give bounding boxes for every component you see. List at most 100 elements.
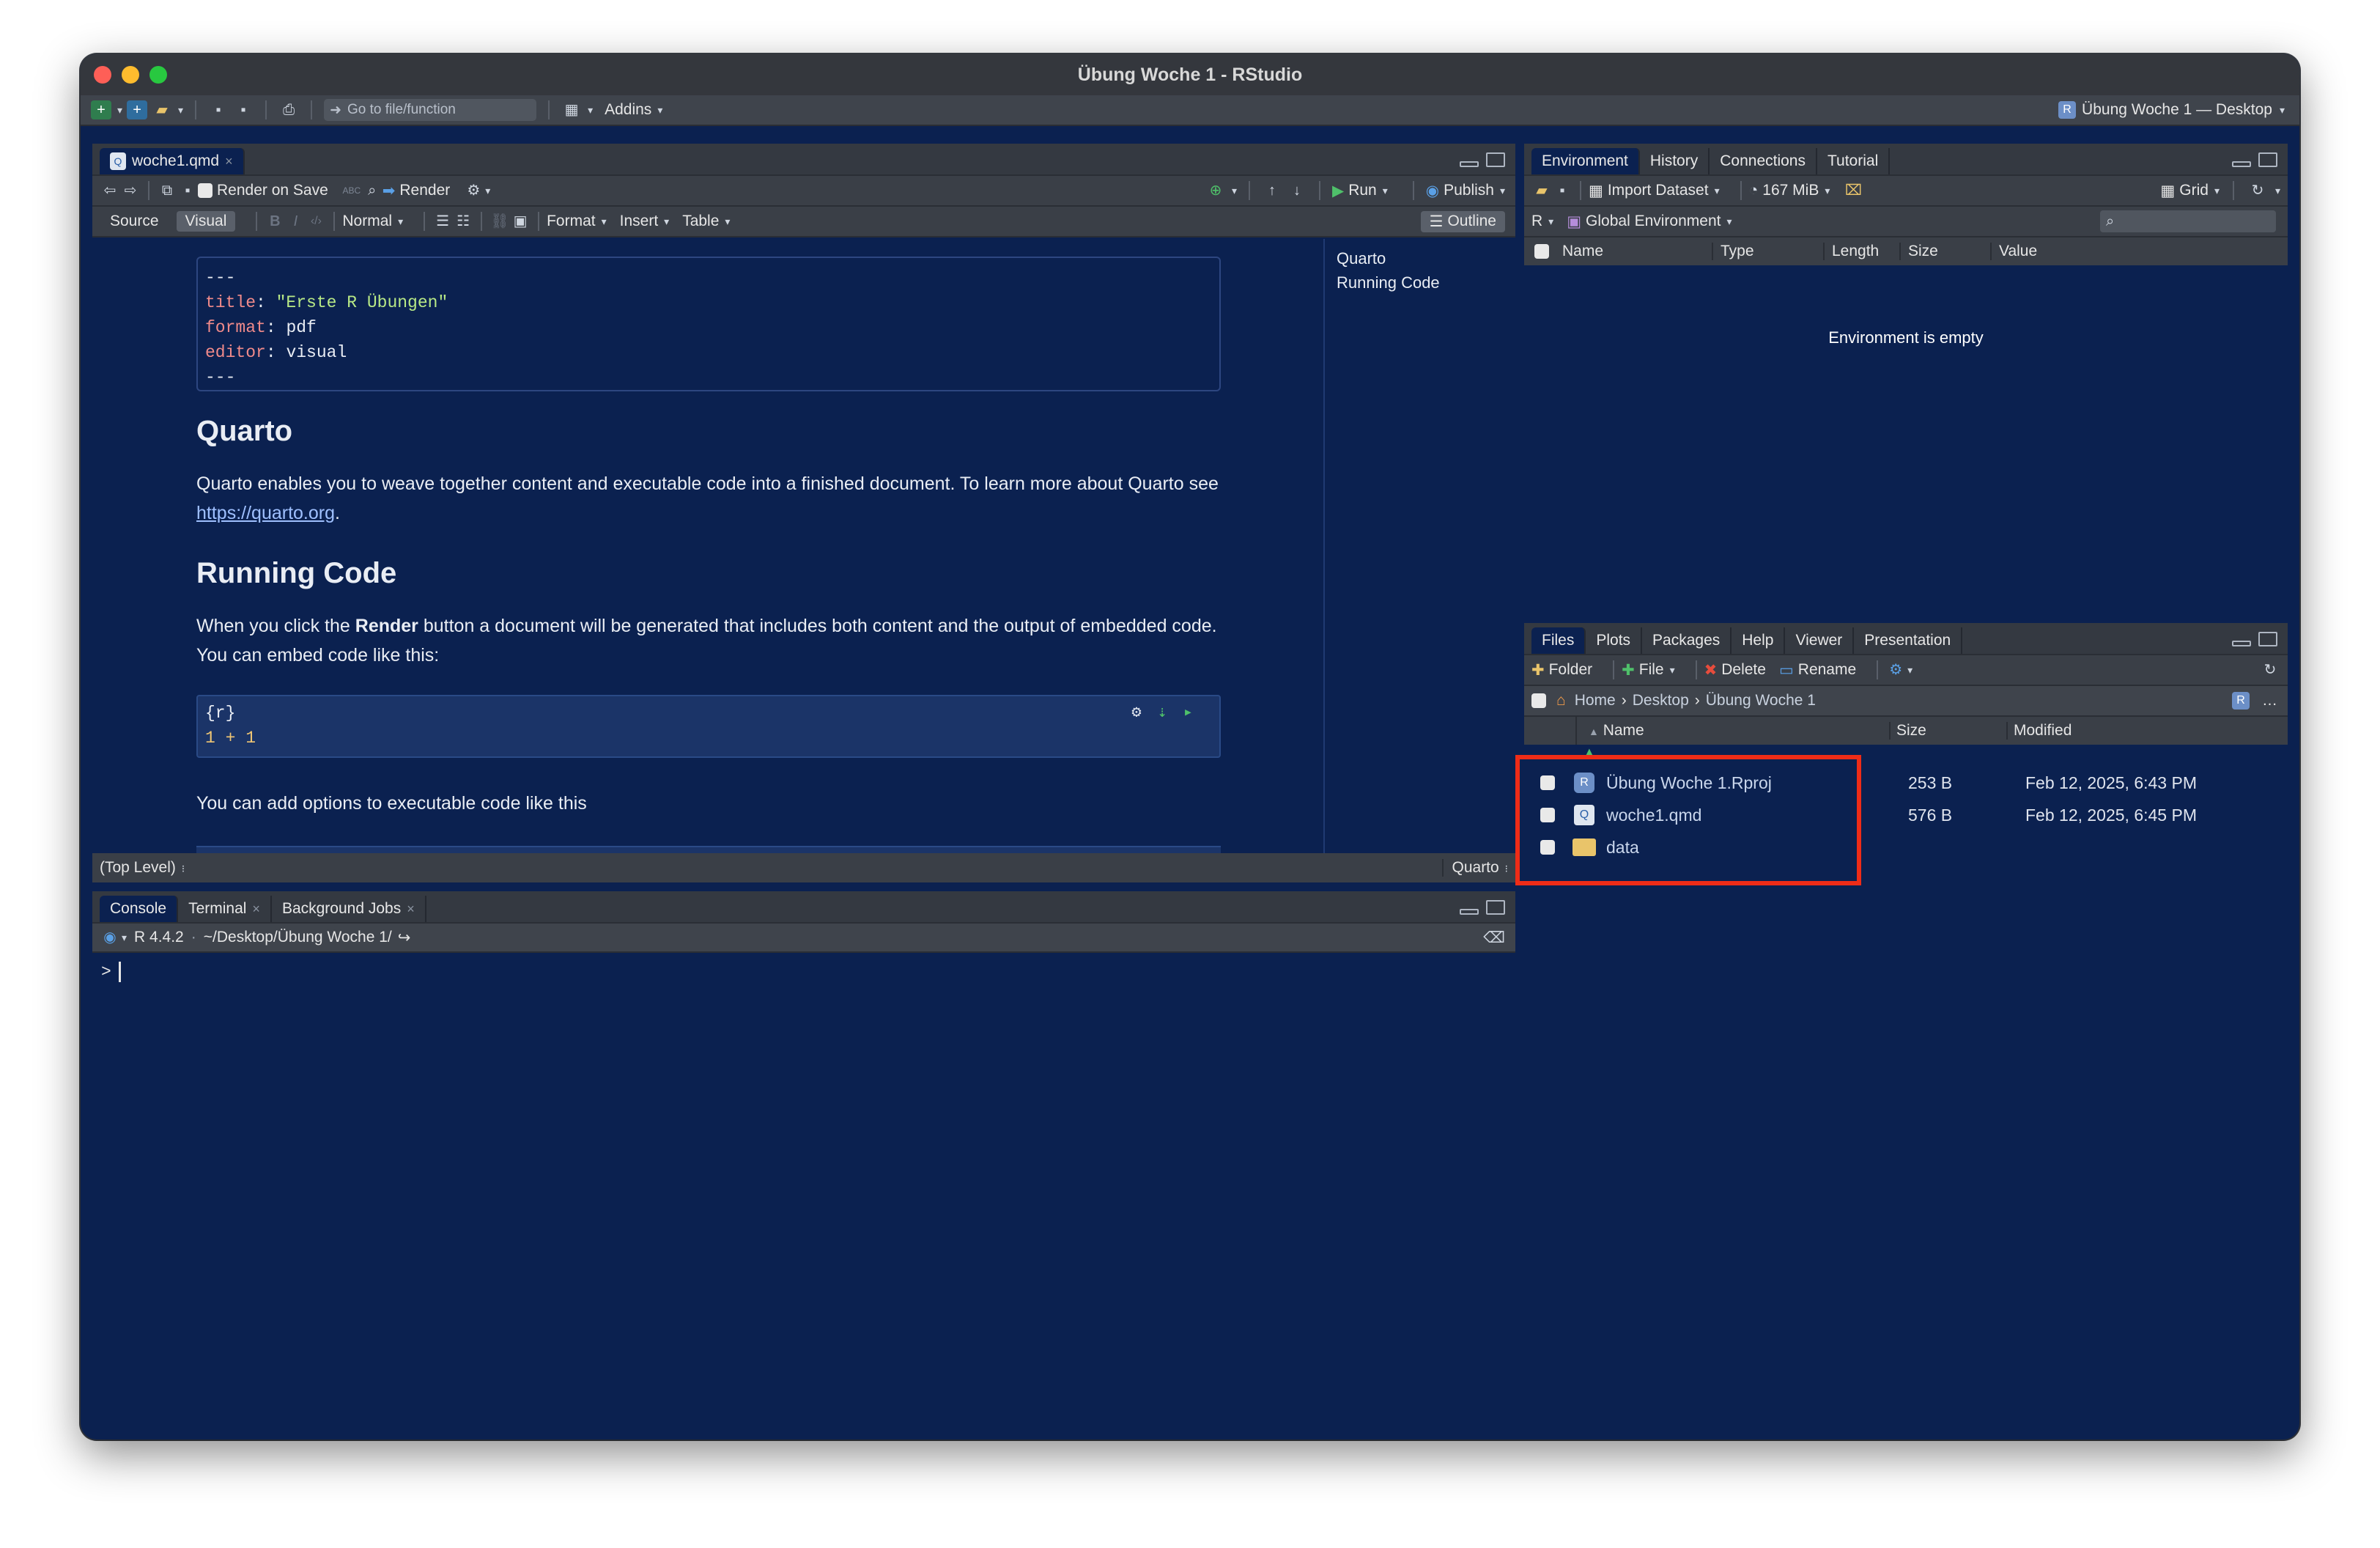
- minimize-pane-button[interactable]: [2232, 641, 2251, 646]
- save-icon[interactable]: ▪: [208, 100, 229, 119]
- col-type[interactable]: Type: [1713, 243, 1825, 260]
- tab-files[interactable]: Files: [1531, 627, 1586, 654]
- close-window-button[interactable]: [94, 66, 111, 84]
- maximize-pane-button[interactable]: [1486, 152, 1505, 167]
- load-workspace-icon[interactable]: ▰: [1531, 181, 1552, 200]
- spellcheck-icon[interactable]: ABC: [341, 181, 362, 200]
- code-chunk[interactable]: {r} 1 + 1 ⚙ ⇣ ▸: [196, 695, 1221, 758]
- addins-menu[interactable]: Addins ▾: [605, 101, 662, 119]
- breadcrumb-desktop[interactable]: Desktop: [1633, 692, 1689, 710]
- close-icon[interactable]: ×: [252, 902, 260, 917]
- scope-selector[interactable]: (Top Level) ⁝: [100, 859, 185, 877]
- minimize-pane-button[interactable]: [2232, 161, 2251, 167]
- refresh-icon[interactable]: ↻: [2260, 660, 2280, 679]
- col-name[interactable]: ▲ Name: [1577, 722, 1891, 740]
- arrow-up-icon[interactable]: ↑: [1262, 181, 1282, 200]
- import-dataset-button[interactable]: ▦ Import Dataset ▾: [1589, 182, 1720, 200]
- zoom-window-button[interactable]: [149, 66, 167, 84]
- col-size[interactable]: Size: [1901, 243, 1992, 260]
- outline-item-running-code[interactable]: Running Code: [1337, 270, 1504, 295]
- memory-usage-button[interactable]: ◔ 167 MiB ▾: [1749, 182, 1830, 199]
- col-name[interactable]: Name: [1562, 243, 1713, 260]
- tab-help[interactable]: Help: [1732, 627, 1786, 654]
- clear-console-icon[interactable]: ⌫: [1483, 929, 1505, 947]
- format-menu[interactable]: Format ▾: [547, 213, 607, 230]
- tab-background-jobs[interactable]: Background Jobs ×: [272, 896, 426, 922]
- link-icon[interactable]: ⛓: [489, 212, 510, 231]
- environment-search-input[interactable]: ⌕: [2100, 210, 2276, 232]
- select-all-checkbox[interactable]: [1531, 693, 1546, 708]
- tab-history[interactable]: History: [1640, 148, 1710, 174]
- gear-icon[interactable]: ⚙: [463, 181, 484, 200]
- goto-file-input[interactable]: ➜ Go to file/function: [324, 99, 537, 121]
- col-modified[interactable]: Modified: [2008, 722, 2072, 740]
- chevron-down-icon[interactable]: ▾: [178, 104, 183, 117]
- breadcrumb-home[interactable]: Home: [1575, 692, 1616, 710]
- italic-icon[interactable]: I: [285, 212, 306, 231]
- open-file-icon[interactable]: ▰: [152, 100, 172, 119]
- numbered-list-icon[interactable]: ☷: [453, 212, 473, 231]
- new-folder-button[interactable]: ✚ Folder: [1531, 661, 1592, 679]
- render-on-save-checkbox[interactable]: Render on Save: [198, 182, 328, 199]
- code-icon[interactable]: ‹/›: [306, 212, 326, 231]
- console-output[interactable]: >: [101, 962, 121, 982]
- code-chunk-partial[interactable]: [196, 846, 1221, 853]
- breadcrumb-current-folder[interactable]: Übung Woche 1: [1706, 692, 1816, 710]
- table-menu[interactable]: Table ▾: [682, 213, 730, 230]
- bold-icon[interactable]: B: [265, 212, 285, 231]
- environment-scope-select[interactable]: ▣ Global Environment ▾: [1567, 213, 1732, 231]
- arrow-down-icon[interactable]: ↓: [1287, 181, 1307, 200]
- tab-plots[interactable]: Plots: [1586, 627, 1643, 654]
- back-arrow-icon[interactable]: ⇦: [100, 181, 120, 200]
- print-icon[interactable]: ⎙: [278, 100, 299, 119]
- insert-menu[interactable]: Insert ▾: [620, 213, 670, 230]
- select-all-checkbox[interactable]: [1534, 244, 1549, 259]
- tab-woche1-qmd[interactable]: Q woche1.qmd ×: [100, 148, 245, 174]
- image-icon[interactable]: ▣: [510, 212, 531, 231]
- new-file-icon[interactable]: +: [91, 100, 111, 119]
- r-logo-icon[interactable]: ◉: [100, 928, 120, 947]
- insert-chunk-icon[interactable]: ⊕: [1205, 181, 1226, 200]
- maximize-pane-button[interactable]: [1486, 900, 1505, 915]
- refresh-icon[interactable]: ↻: [2247, 181, 2268, 200]
- view-mode-select[interactable]: ▦ Grid ▾: [2160, 182, 2220, 200]
- delete-button[interactable]: ✖ Delete: [1704, 661, 1766, 679]
- run-button[interactable]: ▶ Run ▾: [1332, 182, 1388, 200]
- close-icon[interactable]: ×: [407, 902, 415, 917]
- col-size[interactable]: Size: [1891, 722, 2008, 740]
- chevron-down-icon[interactable]: ▾: [117, 104, 122, 117]
- chunk-options-gear-icon[interactable]: ⚙: [1131, 701, 1141, 726]
- rename-button[interactable]: ▭ Rename: [1779, 661, 1856, 679]
- visual-mode-button[interactable]: Visual: [176, 211, 236, 232]
- doc-type-selector[interactable]: Quarto ⁝: [1441, 859, 1508, 877]
- chevron-down-icon[interactable]: ▾: [485, 185, 490, 197]
- tab-tutorial[interactable]: Tutorial: [1817, 148, 1891, 174]
- tab-console[interactable]: Console: [100, 896, 179, 922]
- yaml-front-matter[interactable]: --- title: "Erste R Übungen" format: pdf…: [196, 257, 1221, 391]
- tab-connections[interactable]: Connections: [1710, 148, 1817, 174]
- go-to-directory-icon[interactable]: ↪: [398, 929, 411, 947]
- outline-item-quarto[interactable]: Quarto: [1337, 246, 1504, 270]
- col-length[interactable]: Length: [1825, 243, 1901, 260]
- more-options-icon[interactable]: …: [2262, 692, 2277, 710]
- tab-packages[interactable]: Packages: [1642, 627, 1732, 654]
- tab-terminal[interactable]: Terminal ×: [178, 896, 272, 922]
- close-icon[interactable]: ×: [225, 154, 233, 169]
- show-in-window-icon[interactable]: ⧉: [157, 181, 177, 200]
- language-select[interactable]: R ▾: [1531, 213, 1553, 230]
- run-chunk-icon[interactable]: ▸: [1183, 701, 1193, 726]
- maximize-pane-button[interactable]: [2258, 632, 2277, 646]
- search-icon[interactable]: ⌕: [362, 181, 382, 200]
- minimize-pane-button[interactable]: [1460, 909, 1479, 915]
- tab-environment[interactable]: Environment: [1531, 148, 1640, 174]
- chevron-down-icon[interactable]: ▾: [1907, 664, 1912, 677]
- new-project-icon[interactable]: +: [127, 100, 148, 119]
- document-area[interactable]: --- title: "Erste R Übungen" format: pdf…: [92, 239, 1323, 853]
- project-menu[interactable]: R Übung Woche 1 — Desktop ▾: [2058, 101, 2285, 119]
- broom-icon[interactable]: ⌧: [1843, 181, 1863, 200]
- bullet-list-icon[interactable]: ☰: [432, 212, 453, 231]
- pane-layout-icon[interactable]: ▦: [561, 100, 582, 119]
- run-above-icon[interactable]: ⇣: [1158, 701, 1167, 726]
- save-all-icon[interactable]: ▪: [233, 100, 254, 119]
- save-icon[interactable]: ▪: [177, 181, 198, 200]
